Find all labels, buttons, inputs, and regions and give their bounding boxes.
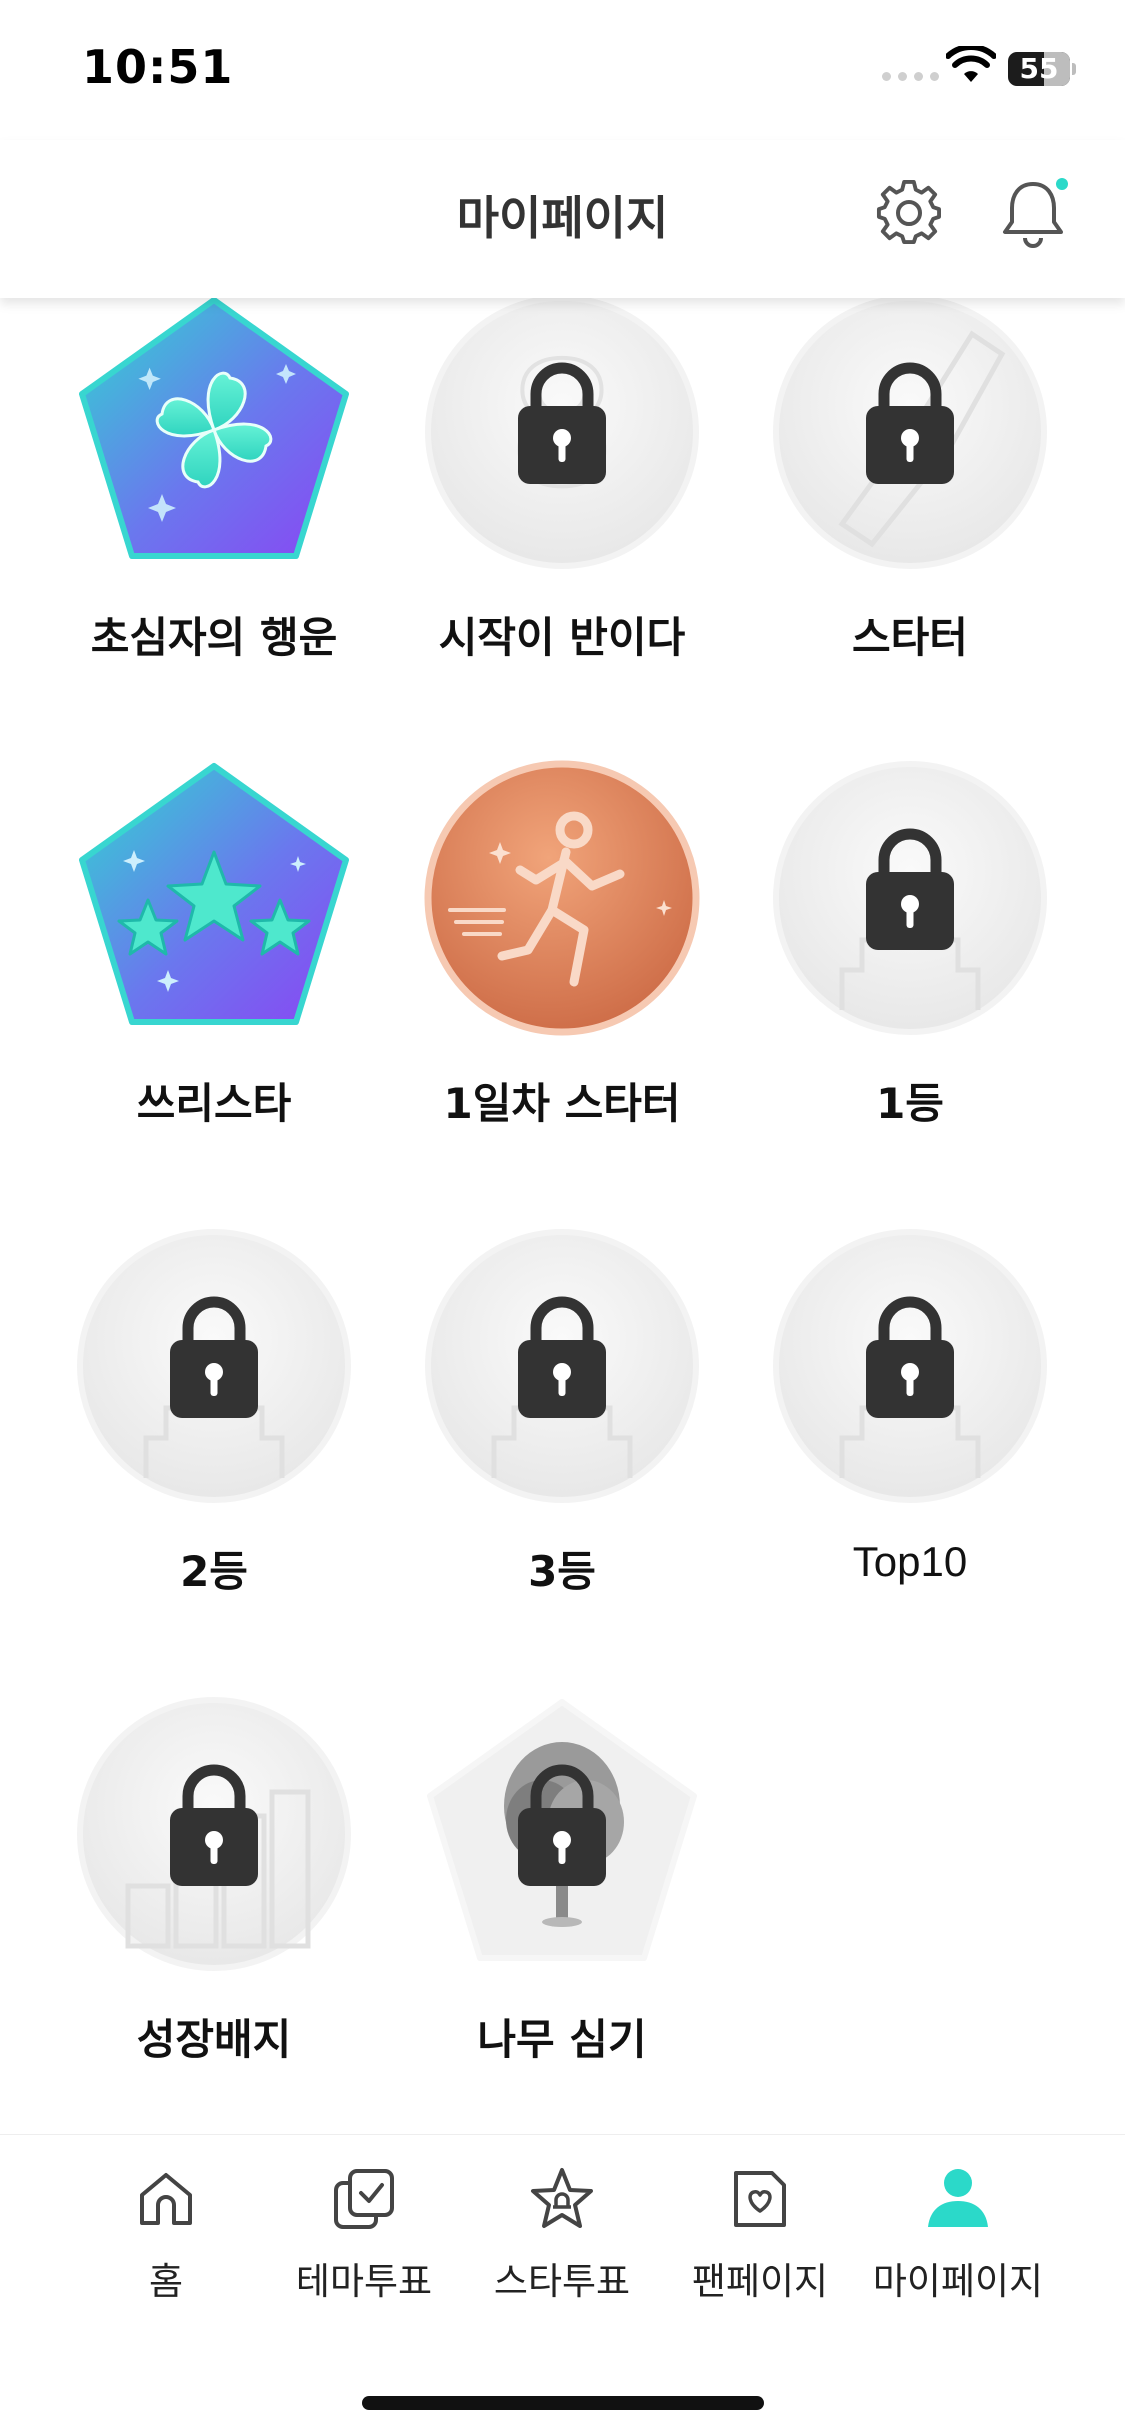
cellular-signal-icon [882, 72, 939, 81]
locked-badge-icon [772, 298, 1048, 570]
locked-badge-icon [76, 1228, 352, 1504]
locked-badge-icon [76, 1696, 352, 1972]
theme-vote-icon [334, 2169, 394, 2229]
locked-badge-icon [772, 760, 1048, 1036]
badge-label: 시작이 반이다 [438, 613, 686, 662]
badge-label: 나무 심기 [477, 2015, 647, 2064]
tab-star-vote[interactable]: 스타투표 [462, 2165, 662, 2305]
locked-badge-icon [772, 1228, 1048, 1504]
battery-level: 55 [1019, 52, 1059, 85]
tab-label: 테마투표 [295, 2260, 433, 2303]
home-icon [140, 2173, 192, 2225]
three-stars-badge-icon [76, 760, 352, 1036]
battery-icon: 55 [1008, 52, 1076, 86]
tab-my-page[interactable]: 마이페이지 [858, 2165, 1058, 2305]
tab-fan-page[interactable]: 팬페이지 [660, 2165, 860, 2305]
badge-label: 스타터 [852, 613, 968, 662]
star-vote-icon [531, 2168, 593, 2228]
page-title: 마이페이지 [456, 191, 669, 245]
status-bar: 10:51 55 [0, 0, 1125, 140]
bottom-tab-bar: 홈 테마투표 스타투표 팬페이지 마이페이지 [0, 2134, 1125, 2436]
notification-dot [1056, 178, 1068, 190]
badge-label: Top10 [852, 1538, 968, 1585]
badge-third-place[interactable]: 3등 [412, 1228, 712, 1628]
badge-starter[interactable]: 스타터 [760, 298, 1060, 694]
tab-home[interactable]: 홈 [66, 2165, 266, 2305]
tab-label: 스타투표 [493, 2260, 631, 2303]
settings-gear-icon[interactable] [876, 180, 942, 246]
badge-label: 2등 [180, 1547, 248, 1596]
badge-second-place[interactable]: 2등 [64, 1228, 364, 1628]
runner-badge-icon [424, 760, 700, 1036]
bell-icon [1003, 182, 1063, 248]
badge-label: 1일차 스타터 [443, 1079, 681, 1128]
badge-label: 쓰리스타 [136, 1079, 292, 1128]
wifi-icon [946, 46, 996, 82]
badge-day1-starter[interactable]: 1일차 스타터 [412, 760, 712, 1160]
badge-plant-tree[interactable]: 나무 심기 [412, 1696, 712, 2096]
locked-badge-icon [424, 1228, 700, 1504]
badge-well-begun[interactable]: 8 시작이 반이다 [412, 298, 712, 694]
locked-badge-icon: 8 [424, 298, 700, 570]
badge-three-star[interactable]: 쓰리스타 [64, 760, 364, 1160]
badge-label: 3등 [528, 1547, 596, 1596]
badge-first-place[interactable]: 1등 [760, 760, 1060, 1160]
status-time: 10:51 [82, 40, 234, 94]
clover-badge-icon [76, 298, 352, 570]
app-header: 마이페이지 [0, 140, 1125, 298]
badge-growth[interactable]: 성장배지 [64, 1696, 364, 2096]
tab-theme-vote[interactable]: 테마투표 [264, 2165, 464, 2305]
badge-label: 성장배지 [136, 2015, 292, 2064]
home-indicator[interactable] [362, 2396, 764, 2410]
badge-grid: 초심자의 행운 8 시작이 반이다 스타터 [0, 298, 1125, 2130]
fan-page-icon [734, 2171, 786, 2227]
badge-beginners-luck[interactable]: 초심자의 행운 [64, 298, 364, 694]
locked-tree-badge-icon [424, 1696, 700, 1972]
notification-bell-button[interactable] [1000, 178, 1068, 248]
tab-label: 마이페이지 [872, 2260, 1044, 2303]
tab-label: 팬페이지 [691, 2260, 829, 2303]
tab-label: 홈 [148, 2260, 184, 2303]
badge-label: 1등 [876, 1079, 944, 1128]
badge-top10[interactable]: Top10 [760, 1228, 1060, 1628]
person-icon [928, 2169, 988, 2227]
badge-label: 초심자의 행운 [90, 613, 338, 662]
